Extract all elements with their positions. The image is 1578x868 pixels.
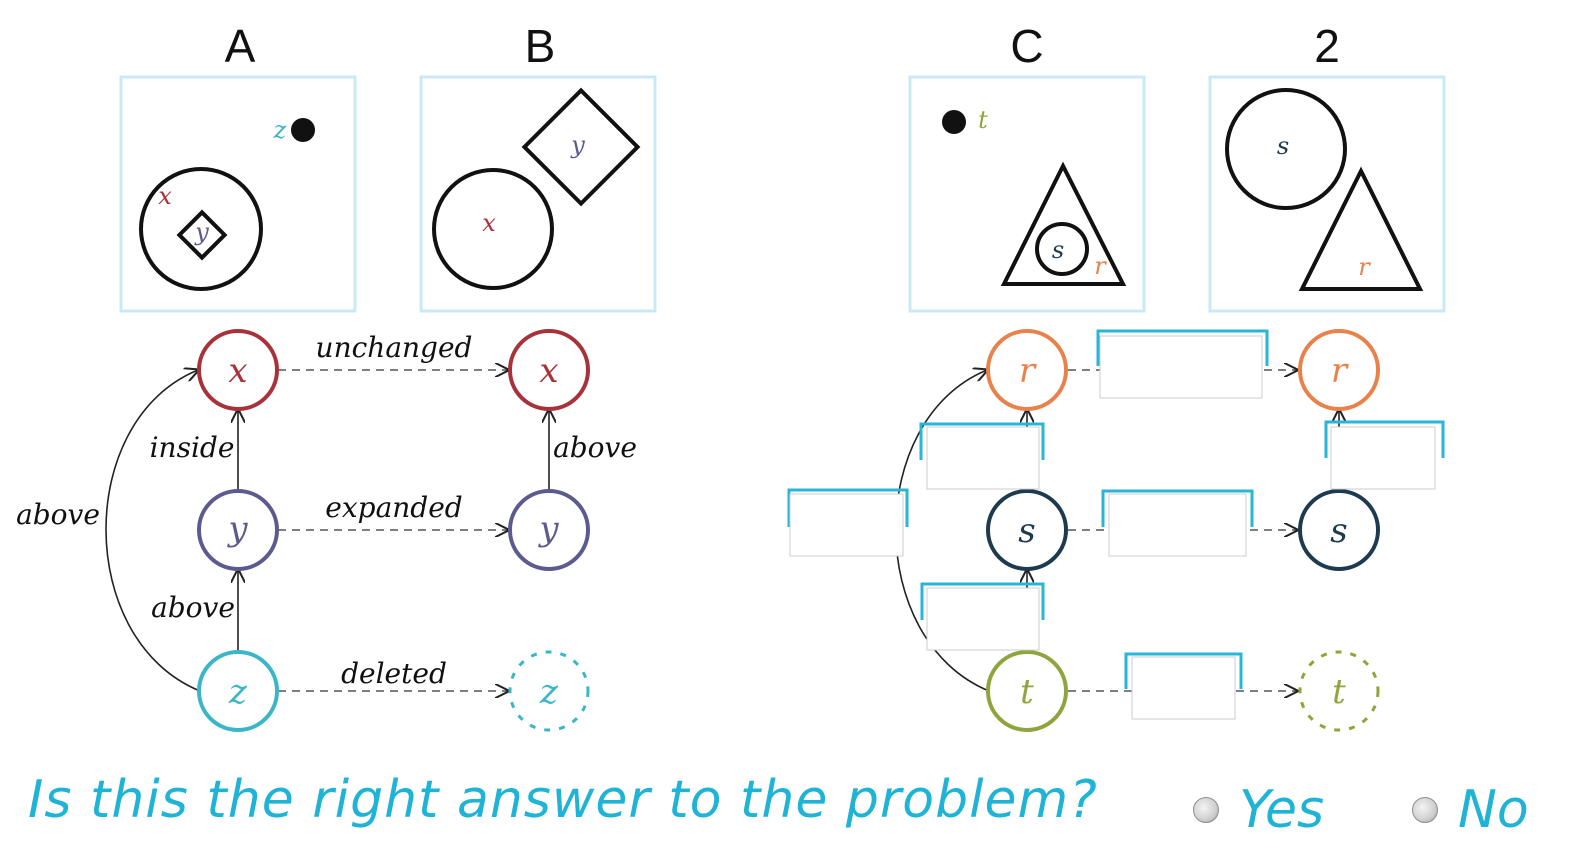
panel-d: s r: [1208, 75, 1446, 313]
answer-slot-s-r[interactable]: [919, 422, 1045, 490]
panel-a-title: A: [225, 20, 256, 72]
panel-c-label-s: s: [1052, 236, 1064, 264]
panel-c-dot-t: [942, 110, 966, 134]
node-z-label: z: [228, 672, 248, 712]
edge-label-above-lower: above: [151, 591, 235, 624]
edge-label-above-right: above: [553, 431, 637, 464]
panel-c: t s r: [908, 75, 1146, 313]
node-x-label: x: [228, 351, 247, 391]
option-no-label: No: [1458, 780, 1529, 840]
answer-slot-r-transform[interactable]: [1096, 329, 1269, 399]
node-r-label: r: [1019, 351, 1037, 391]
yes-radio-button[interactable]: [1193, 797, 1219, 823]
panel-b-label-y: y: [570, 131, 585, 159]
panel-d-label-s: s: [1277, 132, 1289, 160]
panel-c-label-r: r: [1094, 252, 1107, 280]
panel-a-label-x: x: [158, 182, 172, 210]
panel-b-title: B: [525, 20, 556, 72]
node-y-label: y: [226, 509, 248, 549]
panel-b: x y: [419, 75, 657, 313]
answer-slot-s-transform[interactable]: [1101, 489, 1254, 557]
option-no[interactable]: No: [1412, 770, 1529, 850]
edge-label-above-arc: above: [16, 498, 100, 531]
node-s-label: s: [1018, 511, 1035, 551]
node-x-transformed-label: x: [539, 351, 558, 391]
edge-label-unchanged: unchanged: [316, 331, 473, 364]
question-text: Is this the right answer to the problem?: [28, 770, 1098, 830]
node-z-deleted-label: z: [539, 672, 559, 712]
edge-label-expanded: expanded: [325, 491, 462, 524]
edge-above-arc: [105, 370, 200, 692]
panel-d-label-r: r: [1358, 253, 1371, 281]
panel-c-label-t: t: [978, 106, 988, 134]
panel-d-title: 2: [1314, 20, 1340, 72]
edge-label-inside: inside: [150, 431, 235, 464]
answer-slot-t-transform[interactable]: [1124, 652, 1243, 720]
node-t-deleted-label: t: [1332, 672, 1346, 712]
answer-slot-t-s[interactable]: [920, 582, 1045, 651]
panel-c-title: C: [1010, 20, 1043, 72]
panel-b-label-x: x: [482, 209, 496, 237]
panel-a: z x y: [119, 75, 357, 313]
panel-a-label-z: z: [273, 116, 287, 144]
analogy-diagram: A B C 2 z x y x y t s r s r x y z x y z …: [16, 20, 1446, 732]
option-yes-label: Yes: [1239, 780, 1325, 840]
edge-label-deleted: deleted: [341, 657, 447, 690]
left-graph: x y z x y z unchanged inside above above…: [16, 329, 637, 732]
panel-a-label-y: y: [194, 218, 209, 246]
answer-slot-t-r-arc[interactable]: [787, 488, 909, 557]
answer-slot-s2-r2[interactable]: [1324, 420, 1445, 490]
panel-a-dot-z: [291, 118, 315, 142]
no-radio-button[interactable]: [1412, 797, 1438, 823]
node-r-transformed-label: r: [1331, 351, 1349, 391]
node-s-transformed-label: s: [1330, 511, 1347, 551]
option-yes[interactable]: Yes: [1193, 770, 1324, 850]
node-t-label: t: [1020, 672, 1034, 712]
node-y-transformed-label: y: [537, 509, 559, 549]
right-graph: r s t r s t: [787, 329, 1445, 732]
